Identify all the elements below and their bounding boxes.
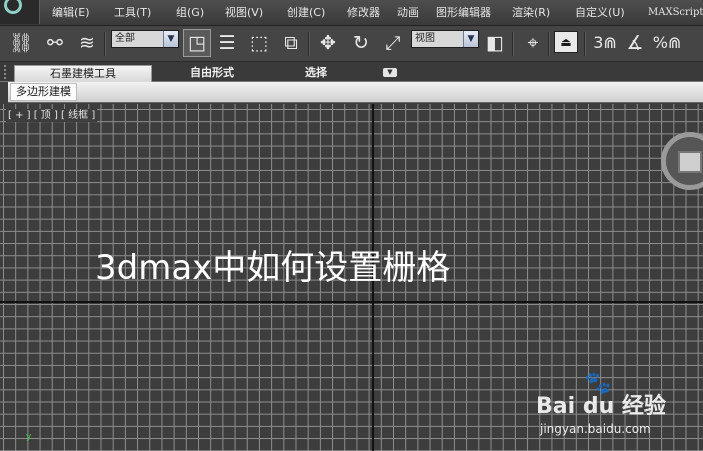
app-logo-icon <box>4 0 22 14</box>
ribbon-panel: 多边形建模 <box>8 82 703 103</box>
window-crossing-icon[interactable]: ⧉ <box>278 30 304 56</box>
percent-label: % <box>652 33 668 52</box>
rotate-icon[interactable]: ↻ <box>348 30 374 56</box>
menu-tools[interactable]: 工具(T) <box>114 5 151 21</box>
menu-animation[interactable]: 动画 <box>397 5 419 21</box>
selection-filter-value: 全部 <box>115 33 135 44</box>
menu-edit[interactable]: 编辑(E) <box>52 5 90 21</box>
viewcube-top-face[interactable] <box>678 151 702 173</box>
toolbar-separator <box>104 32 106 56</box>
menu-group[interactable]: 组(G) <box>176 5 204 21</box>
chevron-down-icon: ▼ <box>163 31 178 47</box>
paw-logo-icon: 🐾 <box>584 371 612 396</box>
polygon-modeling-panel[interactable]: 多边形建模 <box>10 83 77 101</box>
viewport-label-menu[interactable]: [ + ] [ 顶 ] [ 线框 ] <box>6 109 98 122</box>
tab-selection[interactable]: 选择 <box>288 65 344 82</box>
snap-3d-icon[interactable]: 3⋒ <box>591 30 619 56</box>
move-icon[interactable]: ✥ <box>315 30 341 56</box>
ribbon-options-icon[interactable]: ▼ <box>383 68 397 77</box>
select-object-icon: ◳ <box>188 32 206 54</box>
select-manipulate-icon[interactable]: ⌖ <box>520 30 546 56</box>
percent-snap-icon[interactable]: %⋒ <box>652 30 682 56</box>
world-axis-horizontal <box>0 301 703 303</box>
chevron-down-icon: ▼ <box>463 31 478 47</box>
menu-maxscript[interactable]: MAXScript <box>648 5 703 21</box>
menu-customize[interactable]: 自定义(U) <box>575 5 625 21</box>
snap-label: 3 <box>593 33 604 52</box>
tutorial-title-overlay: 3dmax中如何设置栅格 <box>95 248 451 288</box>
scale-icon[interactable]: ⤢ <box>380 30 406 56</box>
toolbar-separator <box>584 32 586 56</box>
reference-coord-dropdown[interactable]: 视图 ▼ <box>411 30 479 48</box>
application-button[interactable] <box>0 0 40 24</box>
ribbon-grip-handle[interactable] <box>4 65 9 79</box>
toolbar-separator <box>308 32 310 56</box>
angle-snap-icon[interactable]: ∡ <box>622 30 648 56</box>
use-pivot-icon[interactable]: ◧ <box>482 30 508 56</box>
ribbon-tab-bar: 石墨建模工具 自由形式 选择 ▼ <box>0 62 703 82</box>
upload-icon: ⏏ <box>560 35 572 49</box>
selection-filter-dropdown[interactable]: 全部 ▼ <box>111 30 179 48</box>
tab-graphite-modeling-tools[interactable]: 石墨建模工具 <box>14 65 152 82</box>
tab-freeform[interactable]: 自由形式 <box>172 65 252 82</box>
top-viewport[interactable]: [ + ] [ 顶 ] [ 线框 ] 3dmax中如何设置栅格 y 🐾 Bai … <box>0 104 703 451</box>
menu-rendering[interactable]: 渲染(R) <box>512 5 550 21</box>
menu-graph-editors[interactable]: 图形编辑器 <box>436 5 491 21</box>
link-icon[interactable]: ⛓ <box>8 30 34 56</box>
rect-selection-icon[interactable]: ⬚ <box>246 30 272 56</box>
unlink-icon[interactable]: ⚯ <box>42 30 68 56</box>
viewcube[interactable] <box>661 132 703 190</box>
select-by-name-icon[interactable]: ☰ <box>214 30 240 56</box>
baidu-jingyan-watermark: 🐾 Bai du 经验 jingyan.baidu.com <box>536 371 696 437</box>
menu-modifiers[interactable]: 修改器 <box>347 5 380 21</box>
select-object-button[interactable]: ◳ <box>183 29 211 57</box>
toolbar-separator <box>548 32 550 56</box>
bind-spacewarp-icon[interactable]: ≋ <box>74 30 100 56</box>
main-toolbar: ⛓ ⚯ ≋ 全部 ▼ ◳ ☰ ⬚ ⧉ ✥ ↻ ⤢ 视图 ▼ ◧ ⌖ ⏏ 3⋒ ∡… <box>0 26 703 62</box>
toolbar-separator <box>512 32 514 56</box>
reference-coord-value: 视图 <box>415 33 435 44</box>
keyboard-shortcut-override-button[interactable]: ⏏ <box>554 31 578 53</box>
menu-view[interactable]: 视图(V) <box>225 5 263 21</box>
watermark-brand: Bai du 经验 <box>536 394 666 419</box>
menu-bar: 编辑(E) 工具(T) 组(G) 视图(V) 创建(C) 修改器 动画 图形编辑… <box>0 0 703 26</box>
axis-tripod-y-label: y <box>26 432 32 442</box>
menu-create[interactable]: 创建(C) <box>287 5 325 21</box>
watermark-url: jingyan.baidu.com <box>540 422 651 436</box>
